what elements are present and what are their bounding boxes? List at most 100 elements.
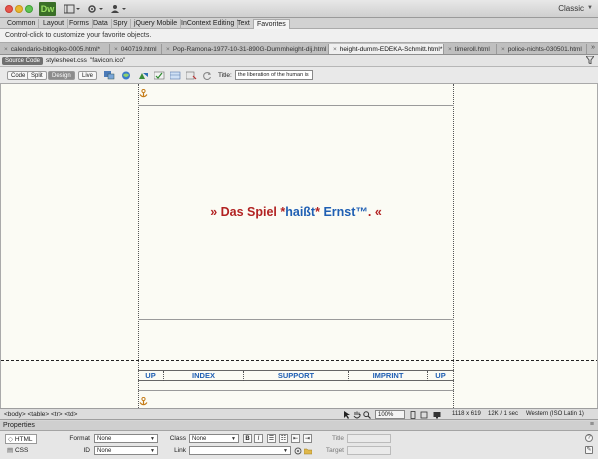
- tab-text[interactable]: Text: [234, 19, 254, 29]
- user-icon[interactable]: [110, 4, 126, 14]
- insert-panel-message: Control-click to customize your favorite…: [0, 29, 598, 43]
- split-view-button[interactable]: Split: [27, 71, 47, 80]
- close-tab-icon[interactable]: ×: [501, 46, 505, 53]
- quick-tag-editor-icon[interactable]: ✎: [585, 446, 593, 454]
- link-input[interactable]: ▼: [189, 446, 291, 455]
- tag-selector[interactable]: <body> <table> <tr> <td>: [4, 411, 77, 418]
- live-view-button[interactable]: Live: [78, 71, 98, 80]
- tab-spry[interactable]: Spry: [110, 19, 132, 29]
- chevron-down-icon: ▼: [231, 436, 236, 442]
- minimize-window-button[interactable]: [15, 5, 23, 13]
- format-select[interactable]: None ▼: [94, 434, 158, 443]
- point-to-file-icon[interactable]: [294, 447, 302, 455]
- headline-link-ernst[interactable]: Ernst™: [323, 205, 367, 219]
- italic-button[interactable]: I: [254, 434, 263, 443]
- css-mode-button[interactable]: ▤ CSS: [5, 446, 31, 456]
- ordered-list-button[interactable]: ☷: [279, 434, 288, 443]
- zoom-select[interactable]: 100%: [375, 410, 405, 419]
- tab-incontext-editing[interactable]: InContext Editing: [178, 19, 239, 29]
- workspace-chevron-down-icon[interactable]: ▼: [587, 5, 593, 11]
- link-label: Link: [174, 447, 186, 454]
- html-mode-button[interactable]: ◇ HTML: [5, 434, 37, 444]
- panel-menu-icon[interactable]: ≡: [590, 421, 594, 428]
- headline-link-haisst[interactable]: haißt: [285, 205, 315, 219]
- title-label: Title:: [218, 72, 232, 79]
- filter-icon[interactable]: [585, 55, 595, 66]
- chevron-down-icon: ▼: [150, 448, 155, 454]
- close-tab-icon[interactable]: ×: [448, 46, 452, 53]
- check-browser-icon[interactable]: [186, 71, 197, 80]
- window-size[interactable]: 1118 x 619: [452, 411, 481, 417]
- tab-jquery-mobile[interactable]: jQuery Mobile: [131, 19, 182, 29]
- document-tab-active[interactable]: × height-dumm-EDEKA-Schmitt.html*: [329, 44, 444, 54]
- gear-icon[interactable]: [87, 4, 103, 14]
- anchor-icon[interactable]: [139, 397, 148, 406]
- table-row-divider: [138, 390, 454, 391]
- tabs-overflow-icon[interactable]: »: [591, 44, 595, 51]
- browse-folder-icon[interactable]: [303, 447, 313, 455]
- outdent-button[interactable]: ⇤: [291, 434, 300, 443]
- status-bar: <body> <table> <tr> <td> 100% 1118 x 619…: [0, 408, 598, 420]
- nav-link-up-left[interactable]: UP: [138, 371, 163, 381]
- source-code-button[interactable]: Source Code: [2, 57, 44, 65]
- tab-forms[interactable]: Forms: [66, 19, 93, 29]
- document-tab-label: calendario-bitlogiko-0005.html*: [10, 46, 101, 53]
- multiscreen-icon[interactable]: [104, 71, 115, 80]
- document-tab[interactable]: × police-nichts-030501.html: [497, 44, 587, 54]
- anchor-icon[interactable]: [139, 89, 148, 98]
- unordered-list-button[interactable]: ☰: [267, 434, 276, 443]
- close-tab-icon[interactable]: ×: [166, 46, 170, 53]
- document-tab-label: timeroll.html: [454, 46, 490, 53]
- tab-common[interactable]: Common: [4, 19, 40, 29]
- outdent-icon: ⇤: [292, 436, 299, 442]
- tablet-size-icon[interactable]: [420, 411, 428, 419]
- tab-layout[interactable]: Layout: [40, 19, 69, 29]
- help-icon[interactable]: ?: [585, 434, 593, 442]
- page-title-input[interactable]: [235, 70, 313, 80]
- desktop-size-icon[interactable]: [433, 411, 441, 419]
- design-view[interactable]: » Das Spiel *haißt* Ernst™. « UP INDEX S…: [0, 84, 598, 408]
- indent-button[interactable]: ⇥: [303, 434, 312, 443]
- class-select[interactable]: None ▼: [189, 434, 239, 443]
- zoom-value: 100%: [378, 412, 394, 418]
- zoom-window-button[interactable]: [25, 5, 33, 13]
- related-files-bar: Source Code stylesheet.css "favicon.ico": [0, 55, 598, 67]
- zoom-tool-icon[interactable]: [363, 411, 371, 419]
- preview-in-browser-icon[interactable]: [121, 71, 132, 80]
- hand-tool-icon[interactable]: [353, 411, 361, 419]
- nav-link-imprint[interactable]: IMPRINT: [348, 371, 427, 381]
- bold-button[interactable]: B: [243, 434, 252, 443]
- design-view-button[interactable]: Design: [48, 71, 75, 80]
- ordered-list-icon: ☷: [280, 436, 287, 442]
- document-tab[interactable]: × timeroll.html: [444, 44, 497, 54]
- mobile-size-icon[interactable]: [409, 411, 417, 419]
- related-file-stylesheet[interactable]: stylesheet.css: [46, 57, 87, 65]
- properties-title[interactable]: Properties: [3, 422, 35, 429]
- file-management-icon[interactable]: [138, 71, 149, 80]
- layout-icon[interactable]: [63, 4, 80, 14]
- close-tab-icon[interactable]: ×: [4, 46, 8, 53]
- nav-link-index[interactable]: INDEX: [163, 371, 243, 381]
- related-file-favicon[interactable]: "favicon.ico": [90, 57, 125, 65]
- refresh-icon[interactable]: [202, 71, 213, 80]
- visual-aids-icon[interactable]: [170, 71, 181, 80]
- close-window-button[interactable]: [5, 5, 13, 13]
- w3c-validation-icon[interactable]: [154, 71, 165, 80]
- select-tool-icon[interactable]: [343, 411, 351, 419]
- document-tab[interactable]: × 040719.html: [110, 44, 162, 54]
- code-view-button[interactable]: Code: [7, 71, 30, 80]
- workspace-switcher[interactable]: Classic: [558, 4, 584, 13]
- nav-link-up-right[interactable]: UP: [427, 371, 453, 381]
- id-select[interactable]: None ▼: [94, 446, 158, 455]
- tab-data[interactable]: Data: [90, 19, 112, 29]
- close-tab-icon[interactable]: ×: [333, 46, 337, 53]
- nav-link-support[interactable]: SUPPORT: [243, 371, 348, 381]
- document-tab[interactable]: × calendario-bitlogiko-0005.html*: [0, 44, 110, 54]
- tab-favorites[interactable]: Favorites: [253, 19, 290, 29]
- encoding: Western (ISO Latin 1): [526, 411, 584, 417]
- page-headline[interactable]: » Das Spiel *haißt* Ernst™. «: [138, 205, 454, 219]
- css-mode-label: CSS: [14, 447, 29, 454]
- close-tab-icon[interactable]: ×: [114, 46, 118, 53]
- download-size: 12K / 1 sec: [488, 411, 519, 417]
- document-tab[interactable]: × Pop-Ramona-1977-10-31-890G-Dummheight-d…: [162, 44, 329, 54]
